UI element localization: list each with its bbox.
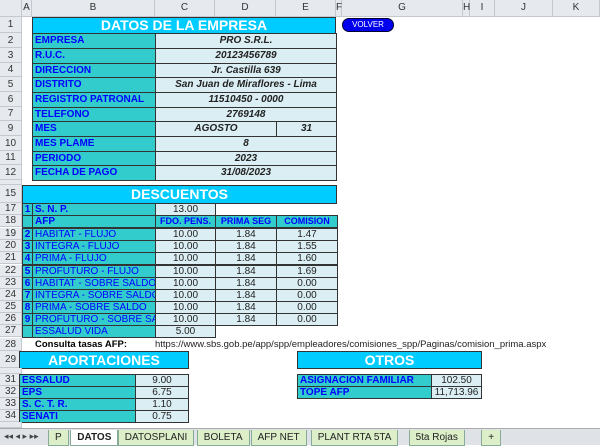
afp-name: PRIMA - FLUJO (32, 252, 156, 265)
new-sheet-icon[interactable]: + (481, 430, 502, 446)
row-header[interactable]: 21 (0, 252, 22, 264)
descuentos-header: DESCUENTOS (22, 185, 337, 204)
empresa-value[interactable]: 31/08/2023 (155, 165, 337, 181)
tab-navigation-arrows[interactable]: ◂◂ ◂ ▸ ▸▸ (4, 431, 39, 442)
empresa-value[interactable]: PRO S.R.L. (155, 33, 337, 49)
tab-5ta-rojas[interactable]: 5ta Rojas (408, 430, 465, 446)
row-header[interactable]: 19 (0, 228, 22, 240)
row-header[interactable]: 6 (0, 92, 22, 107)
row-header[interactable]: 5 (0, 77, 22, 92)
empresa-label: DISTRITO (32, 77, 156, 93)
row-header[interactable]: 27 (0, 325, 22, 337)
aportacion-label: SENATI (19, 410, 136, 423)
row-header[interactable]: 22 (0, 265, 22, 277)
afp-rate-value[interactable]: 10.00 (155, 252, 216, 265)
column-header-I[interactable]: I (470, 0, 495, 17)
aportacion-value[interactable]: 0.75 (135, 410, 189, 423)
empresa-value[interactable]: 8 (155, 136, 337, 152)
empresa-value[interactable]: 20123456789 (155, 48, 337, 64)
otros-label: TOPE AFP (297, 386, 432, 399)
row-header[interactable]: 1 (0, 17, 22, 33)
empresa-value[interactable]: 11510450 - 0000 (155, 92, 337, 108)
afp-column-header: COMISION (276, 215, 338, 228)
row-header[interactable]: 17 (0, 203, 22, 215)
row-header[interactable]: 7 (0, 107, 22, 121)
empresa-label: TELEFONO (32, 107, 156, 122)
essalud-vida-value[interactable]: 5.00 (155, 325, 216, 338)
essalud-vida-label: ESSALUD VIDA (32, 325, 156, 338)
tab-afp-net[interactable]: AFP NET (250, 430, 307, 446)
tab-p[interactable]: P (48, 430, 69, 446)
empresa-value[interactable]: San Juan de Miraflores - Lima (155, 77, 337, 93)
afp-label: AFP (32, 215, 156, 228)
column-header-D[interactable]: D (215, 0, 276, 17)
otros-value[interactable]: 11,713.96 (431, 386, 482, 399)
afp-column-header: PRIMA SEG (215, 215, 277, 228)
row-header[interactable]: 12 (0, 165, 22, 180)
volver-button[interactable]: VOLVER (342, 18, 394, 32)
afp-rate-value[interactable]: 1.84 (215, 313, 277, 326)
tab-datosplani[interactable]: DATOSPLANI (117, 430, 195, 446)
empresa-value[interactable]: AGOSTO (155, 121, 277, 137)
tab-plant-rta-5ta[interactable]: PLANT RTA 5TA (310, 430, 399, 446)
row-header[interactable]: 20 (0, 240, 22, 252)
empresa-extra-value[interactable]: 31 (276, 121, 337, 137)
empresa-label: PERIODO (32, 151, 156, 166)
empresa-label: R.U.C. (32, 48, 156, 64)
column-header-G[interactable]: G (342, 0, 463, 17)
column-header-B[interactable]: B (32, 0, 155, 17)
empresa-label: FECHA DE PAGO (32, 165, 156, 181)
tab-datos[interactable]: DATOS (70, 430, 119, 446)
sheet-tabs-bar: ◂◂ ◂ ▸ ▸▸ P DATOS DATOSPLANI BOLETA AFP NET P… (0, 428, 600, 446)
row-header[interactable]: 3 (0, 48, 22, 63)
row-header[interactable]: 2 (0, 33, 22, 48)
row-header[interactable]: 28 (0, 338, 22, 351)
row-header[interactable]: 11 (0, 151, 22, 165)
row-header[interactable]: 9 (0, 121, 22, 136)
row-header[interactable]: 24 (0, 289, 22, 301)
row-header[interactable]: 26 (0, 313, 22, 325)
empresa-label: MES (32, 121, 156, 137)
column-header-J[interactable]: J (495, 0, 553, 17)
afp-rate-value[interactable]: 0.00 (276, 313, 338, 326)
consulta-label: Consulta tasas AFP: (35, 339, 128, 350)
row-header[interactable]: 15 (0, 185, 22, 203)
afp-rate-value[interactable]: 1.60 (276, 252, 338, 265)
row-header[interactable]: 25 (0, 301, 22, 313)
row-header[interactable]: 18 (0, 215, 22, 227)
empresa-label: DIRECCION (32, 63, 156, 78)
column-header-K[interactable]: K (553, 0, 600, 17)
tab-boleta[interactable]: BOLETA (196, 430, 250, 446)
empresa-value[interactable]: 2769148 (155, 107, 337, 122)
empresa-value[interactable]: 2023 (155, 151, 337, 166)
otros-header: OTROS (297, 351, 482, 369)
afp-rate-value[interactable]: 1.84 (215, 252, 277, 265)
empresa-value[interactable]: Jr. Castilla 639 (155, 63, 337, 78)
column-header-C[interactable]: C (155, 0, 215, 17)
afp-column-header: FDO. PENS. (155, 215, 216, 228)
row-header[interactable]: 10 (0, 136, 22, 151)
consulta-url[interactable]: https://www.sbs.gob.pe/app/spp/empleador… (155, 338, 546, 351)
empresa-label: REGISTRO PATRONAL (32, 92, 156, 108)
column-header-H[interactable]: H (463, 0, 470, 17)
select-all-corner[interactable] (0, 0, 22, 17)
aportaciones-header: APORTACIONES (19, 351, 189, 369)
column-header-A[interactable]: A (22, 0, 32, 17)
row-header[interactable]: 23 (0, 277, 22, 289)
empresa-label: MES PLAME (32, 136, 156, 152)
row-header[interactable]: 4 (0, 63, 22, 77)
datos-empresa-header: DATOS DE LA EMPRESA (32, 17, 336, 34)
column-header-E[interactable]: E (276, 0, 336, 17)
empresa-label: EMPRESA (32, 33, 156, 49)
